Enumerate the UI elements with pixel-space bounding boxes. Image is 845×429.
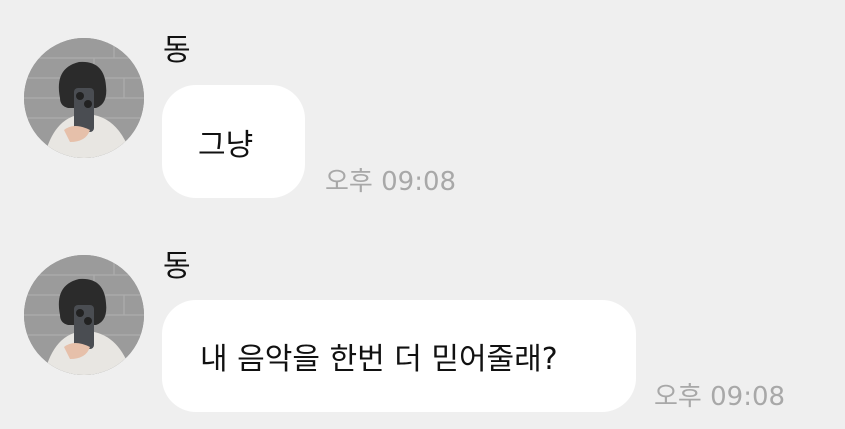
avatar[interactable] <box>24 255 144 375</box>
message-timestamp: 오후 09:08 <box>325 167 457 197</box>
message-text: 내 음악을 한번 더 믿어줄래? <box>200 342 558 377</box>
sender-name: 동 <box>163 33 191 68</box>
profile-photo <box>24 255 144 375</box>
chat-message: 동 그냥 오후 09:08 <box>0 0 845 215</box>
chat-message: 동 내 음악을 한번 더 믿어줄래? 오후 09:08 <box>0 215 845 429</box>
message-bubble[interactable]: 내 음악을 한번 더 믿어줄래? <box>162 300 636 412</box>
avatar[interactable] <box>24 38 144 158</box>
sender-name: 동 <box>163 249 191 284</box>
message-text: 그냥 <box>198 127 254 163</box>
profile-photo <box>24 38 144 158</box>
message-bubble[interactable]: 그냥 <box>162 85 305 198</box>
message-timestamp: 오후 09:08 <box>654 382 786 412</box>
